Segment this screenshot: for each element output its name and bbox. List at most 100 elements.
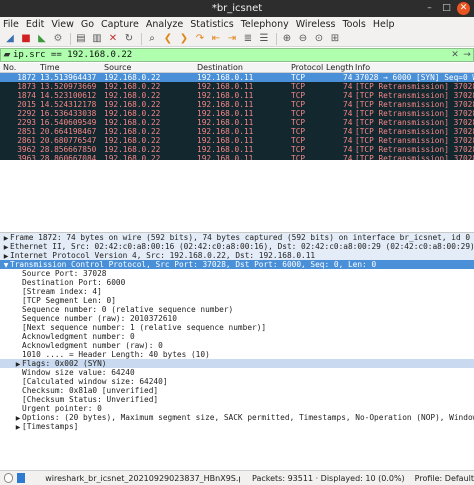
expand-arrow-icon[interactable]: ▶	[14, 414, 22, 422]
menu-edit[interactable]: Edit	[26, 19, 44, 30]
detail-tree-item[interactable]: Destination Port: 6000	[0, 278, 474, 287]
packet-row[interactable]: 2292 16.536433038 192.168.0.22 192.168.0.11…	[0, 109, 474, 118]
stop-capture-icon[interactable]: ■	[19, 32, 33, 45]
packet-cell-src: 192.168.0.22	[104, 118, 161, 127]
close-icon[interactable]: ✕	[457, 2, 470, 15]
packet-cell-len: 74	[343, 136, 353, 145]
packet-cell-src: 192.168.0.22	[104, 127, 161, 136]
detail-tree-item[interactable]: ▶ Options: (20 bytes), Maximum segment si…	[0, 413, 474, 422]
go-to-packet-icon[interactable]: ↷	[193, 32, 207, 45]
column-length[interactable]: Length	[326, 63, 354, 73]
menu-statistics[interactable]: Statistics	[190, 19, 233, 30]
bookmark-icon[interactable]: ▰	[1, 50, 13, 60]
reload-file-icon[interactable]: ↻	[122, 32, 136, 45]
clear-filter-icon[interactable]: ✕	[449, 50, 461, 60]
detail-tree-item[interactable]: Acknowledgment number (raw): 0	[0, 341, 474, 350]
packet-cell-proto: TCP	[291, 73, 306, 82]
minimize-icon[interactable]: –	[423, 2, 436, 15]
packet-cell-no: 1873	[17, 82, 36, 91]
menu-analyze[interactable]: Analyze	[146, 19, 183, 30]
column-protocol[interactable]: Protocol	[291, 63, 323, 73]
detail-tree-item[interactable]: Window size value: 64240	[0, 368, 474, 377]
detail-tree-item[interactable]: Urgent pointer: 0	[0, 404, 474, 413]
find-packet-icon[interactable]: ⌕	[145, 32, 159, 45]
maximize-icon[interactable]: □	[440, 2, 453, 15]
colorize-icon[interactable]: ☰	[257, 32, 271, 45]
expand-arrow-icon[interactable]: ▶	[2, 234, 10, 242]
column-destination[interactable]: Destination	[197, 63, 243, 73]
packet-cell-src: 192.168.0.22	[104, 145, 161, 154]
autoscroll-icon[interactable]: ≣	[241, 32, 255, 45]
collapse-arrow-icon[interactable]: ▼	[2, 261, 10, 269]
column-info[interactable]: Info	[355, 63, 370, 73]
packet-cell-time: 13.520973669	[40, 82, 97, 91]
menu-go[interactable]: Go	[81, 19, 94, 30]
expert-info-icon[interactable]	[4, 473, 13, 483]
detail-tree-item[interactable]: ▶ Flags: 0x002 (SYN)	[0, 359, 474, 368]
detail-tree-item[interactable]: Sequence number (raw): 2010372610	[0, 314, 474, 323]
detail-tree-item[interactable]: Sequence number: 0 (relative sequence nu…	[0, 305, 474, 314]
packet-row[interactable]: 2293 16.540609549 192.168.0.22 192.168.0.11…	[0, 118, 474, 127]
detail-tree-item[interactable]: ▼ Transmission Control Protocol, Src Port…	[0, 260, 474, 269]
packet-cell-len: 74	[343, 118, 353, 127]
go-back-icon[interactable]: ❮	[161, 32, 175, 45]
column-no[interactable]: No.	[3, 63, 16, 73]
packet-row[interactable]: 1872 13.513964437 192.168.0.22 192.168.0.11…	[0, 73, 474, 82]
display-filter-input[interactable]	[13, 49, 449, 61]
zoom-in-icon[interactable]: ⊕	[280, 32, 294, 45]
open-file-icon[interactable]: ▤	[74, 32, 88, 45]
go-first-packet-icon[interactable]: ⇤	[209, 32, 223, 45]
save-file-icon[interactable]: ▥	[90, 32, 104, 45]
column-source[interactable]: Source	[104, 63, 131, 73]
menu-help[interactable]: Help	[373, 19, 395, 30]
detail-tree-item[interactable]: ▶ [Timestamps]	[0, 422, 474, 431]
packet-cell-info: [TCP Retransmission] 37028	[355, 100, 474, 109]
profile-label[interactable]: Profile: Default	[415, 474, 474, 483]
zoom-out-icon[interactable]: ⊖	[296, 32, 310, 45]
close-file-icon[interactable]: ✕	[106, 32, 120, 45]
menu-file[interactable]: File	[3, 19, 19, 30]
menu-wireless[interactable]: Wireless	[296, 19, 336, 30]
detail-tree-item[interactable]: Acknowledgment number: 0	[0, 332, 474, 341]
apply-filter-icon[interactable]: →	[461, 50, 473, 60]
comment-icon[interactable]	[16, 473, 26, 483]
detail-tree-item[interactable]: Checksum: 0x81a0 [unverified]	[0, 386, 474, 395]
menu-capture[interactable]: Capture	[101, 19, 139, 30]
expand-arrow-icon[interactable]: ▶	[2, 252, 10, 260]
detail-tree-item[interactable]: 1010 .... = Header Length: 40 bytes (10)	[0, 350, 474, 359]
detail-tree-item[interactable]: [Next sequence number: 1 (relative seque…	[0, 323, 474, 332]
shark-fin-start-icon[interactable]: ◢	[3, 32, 17, 45]
detail-tree-item[interactable]: [TCP Segment Len: 0]	[0, 296, 474, 305]
menu-view[interactable]: View	[51, 19, 74, 30]
packet-row[interactable]: 2015 14.524312178 192.168.0.22 192.168.0.11…	[0, 100, 474, 109]
detail-tree-item[interactable]: Source Port: 37028	[0, 269, 474, 278]
detail-tree-item[interactable]: ▶ Ethernet II, Src: 02:42:c0:a8:00:16 (02…	[0, 242, 474, 251]
menu-tools[interactable]: Tools	[342, 19, 365, 30]
detail-tree-item[interactable]: [Checksum Status: Unverified]	[0, 395, 474, 404]
packet-cell-time: 13.513964437	[40, 73, 97, 82]
packet-row[interactable]: 2851 20.664198467 192.168.0.22 192.168.0.11…	[0, 127, 474, 136]
packet-row[interactable]: 1874 14.523100612 192.168.0.22 192.168.0.11…	[0, 91, 474, 100]
detail-tree-item[interactable]: ▶ Frame 1872: 74 bytes on wire (592 bits)…	[0, 233, 474, 242]
restart-capture-icon[interactable]: ◣	[35, 32, 49, 45]
expand-arrow-icon[interactable]: ▶	[14, 360, 22, 368]
packet-cell-info: [TCP Retransmission] 37028	[355, 118, 474, 127]
go-forward-icon[interactable]: ❯	[177, 32, 191, 45]
packet-row[interactable]: 3962 28.856667850 192.168.0.22 192.168.0.11…	[0, 145, 474, 154]
detail-text: Sequence number (raw): 2010372610	[22, 314, 177, 323]
go-last-packet-icon[interactable]: ⇥	[225, 32, 239, 45]
detail-tree-item[interactable]: [Calculated window size: 64240]	[0, 377, 474, 386]
expand-arrow-icon[interactable]: ▶	[14, 423, 22, 431]
capture-options-icon[interactable]: ⚙	[51, 32, 65, 45]
packet-cell-dst: 192.168.0.11	[197, 136, 254, 145]
expand-arrow-icon[interactable]: ▶	[2, 243, 10, 251]
packet-row[interactable]: 1873 13.520973669 192.168.0.22 192.168.0.11…	[0, 82, 474, 91]
menu-telephony[interactable]: Telephony	[241, 19, 289, 30]
column-time[interactable]: Time	[40, 63, 60, 73]
detail-tree-item[interactable]: ▶ Internet Protocol Version 4, Src: 192.1…	[0, 251, 474, 260]
resize-columns-icon[interactable]: ⊞	[328, 32, 342, 45]
zoom-normal-icon[interactable]: ⊙	[312, 32, 326, 45]
detail-tree-item[interactable]: [Stream index: 4]	[0, 287, 474, 296]
packet-row[interactable]: 2861 20.680776547 192.168.0.22 192.168.0.11…	[0, 136, 474, 145]
packet-cell-proto: TCP	[291, 127, 306, 136]
